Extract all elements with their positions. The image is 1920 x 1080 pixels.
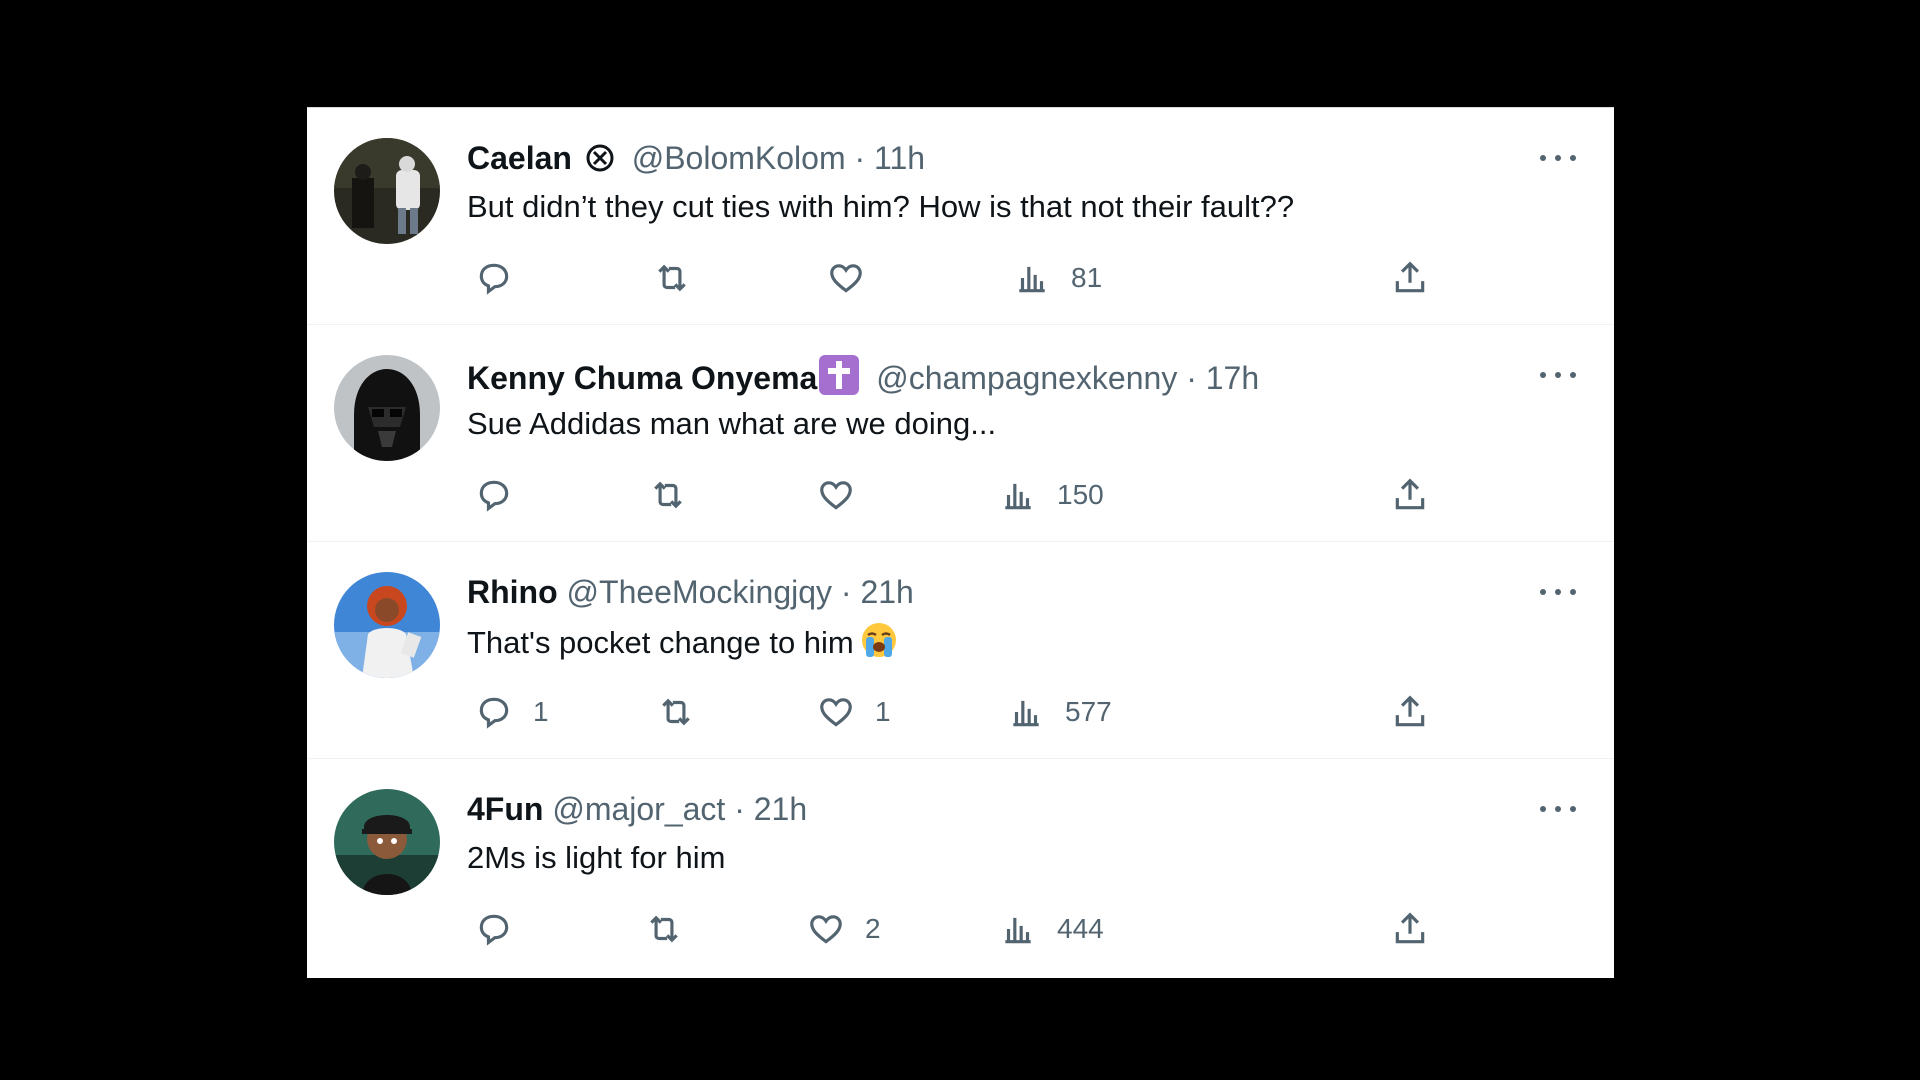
bar-chart-icon (1005, 483, 1031, 510)
tweet-text-content: That's pocket change to him (467, 625, 854, 660)
views-button[interactable]: 577 (1007, 692, 1112, 732)
tweet-header: Rhino @TheeMockingjqy · 21h (467, 572, 914, 612)
avatar[interactable] (334, 355, 440, 461)
display-name[interactable]: 4Fun (467, 791, 543, 827)
tweet-actions: 2 444 (467, 909, 1447, 949)
display-name[interactable]: Kenny Chuma Onyema (467, 360, 817, 396)
tweet-text: Sue Addidas man what are we doing... (467, 406, 997, 441)
reply-button[interactable]: 1 (475, 692, 549, 732)
more-options-button[interactable] (1538, 580, 1578, 604)
reply-icon (479, 697, 509, 729)
share-button[interactable] (1391, 258, 1429, 298)
tweet[interactable]: Kenny Chuma Onyema @champagnexkenny · 17… (307, 325, 1614, 542)
tweet[interactable]: Caelan @BolomKolom · 11h But didn’t they… (307, 108, 1614, 325)
view-count: 150 (1057, 479, 1104, 510)
tweet-actions: 81 (467, 258, 1447, 298)
view-count: 81 (1071, 262, 1103, 293)
view-count: 444 (1057, 913, 1104, 944)
retweet-button[interactable] (645, 909, 703, 949)
timestamp[interactable]: · 21h (734, 791, 807, 827)
retweet-icon (662, 698, 690, 726)
heart-icon (830, 264, 862, 293)
views-button[interactable]: 81 (1013, 258, 1102, 298)
more-options-button[interactable] (1538, 797, 1578, 821)
share-icon (1395, 912, 1425, 944)
retweet-icon (654, 481, 682, 509)
share-button[interactable] (1391, 909, 1429, 949)
reply-count: 1 (533, 696, 549, 727)
retweet-icon (658, 264, 686, 292)
retweet-icon (650, 915, 678, 943)
view-count: 577 (1065, 696, 1112, 727)
reply-button[interactable] (475, 909, 533, 949)
views-button[interactable]: 444 (999, 909, 1104, 949)
share-icon (1395, 478, 1425, 510)
tweet[interactable]: Rhino @TheeMockingjqy · 21h That's pocke… (307, 542, 1614, 759)
like-button[interactable] (827, 258, 885, 298)
more-options-button[interactable] (1538, 363, 1578, 387)
tweet-text: But didn’t they cut ties with him? How i… (467, 189, 1295, 224)
retweet-button[interactable] (657, 692, 715, 732)
user-handle[interactable]: @TheeMockingjqy (567, 574, 832, 610)
like-button[interactable] (817, 475, 875, 515)
like-button[interactable]: 1 (817, 692, 891, 732)
latin-cross-icon (819, 355, 860, 395)
tweet-header: Caelan @BolomKolom · 11h (467, 138, 925, 178)
avatar[interactable] (334, 572, 440, 678)
tweet-text: 2Ms is light for him (467, 840, 726, 875)
bar-chart-icon (1005, 917, 1031, 944)
display-name[interactable]: Caelan (467, 140, 572, 176)
share-button[interactable] (1391, 475, 1429, 515)
user-handle[interactable]: @BolomKolom (632, 140, 846, 176)
bar-chart-icon (1013, 700, 1039, 727)
like-count: 2 (865, 913, 881, 944)
retweet-button[interactable] (653, 258, 711, 298)
avatar[interactable] (334, 138, 440, 244)
heart-icon (810, 915, 842, 944)
heart-icon (820, 698, 852, 727)
tweet-actions: 150 (467, 475, 1447, 515)
tweet-header: 4Fun @major_act · 21h (467, 789, 807, 829)
bar-chart-icon (1019, 266, 1045, 293)
reply-icon (479, 263, 509, 295)
loudly-crying-face-emoji (861, 623, 896, 657)
timestamp[interactable]: · 17h (1186, 360, 1259, 396)
replies-panel: Caelan @BolomKolom · 11h But didn’t they… (307, 107, 1614, 978)
timestamp[interactable]: · 11h (855, 140, 926, 176)
views-button[interactable]: 150 (999, 475, 1104, 515)
tweet-actions: 1 1 577 (467, 692, 1447, 732)
user-handle[interactable]: @champagnexkenny (876, 360, 1177, 396)
retweet-button[interactable] (649, 475, 707, 515)
share-button[interactable] (1391, 692, 1429, 732)
reply-icon (479, 914, 509, 946)
heart-icon (820, 481, 852, 510)
timestamp[interactable]: · 21h (841, 574, 914, 610)
tweet-text: That's pocket change to him (467, 621, 898, 663)
share-icon (1395, 261, 1425, 293)
more-options-button[interactable] (1538, 146, 1578, 170)
avatar[interactable] (334, 789, 440, 895)
reply-button[interactable] (475, 475, 533, 515)
like-button[interactable]: 2 (807, 909, 881, 949)
circle-x-icon (586, 144, 614, 172)
tweet-header: Kenny Chuma Onyema @champagnexkenny · 17… (467, 355, 1259, 398)
like-count: 1 (875, 696, 891, 727)
user-handle[interactable]: @major_act (552, 791, 725, 827)
share-icon (1395, 695, 1425, 727)
reply-icon (479, 480, 509, 512)
display-name[interactable]: Rhino (467, 574, 558, 610)
reply-button[interactable] (475, 258, 533, 298)
tweet[interactable]: 4Fun @major_act · 21h 2Ms is light for h… (307, 759, 1614, 976)
